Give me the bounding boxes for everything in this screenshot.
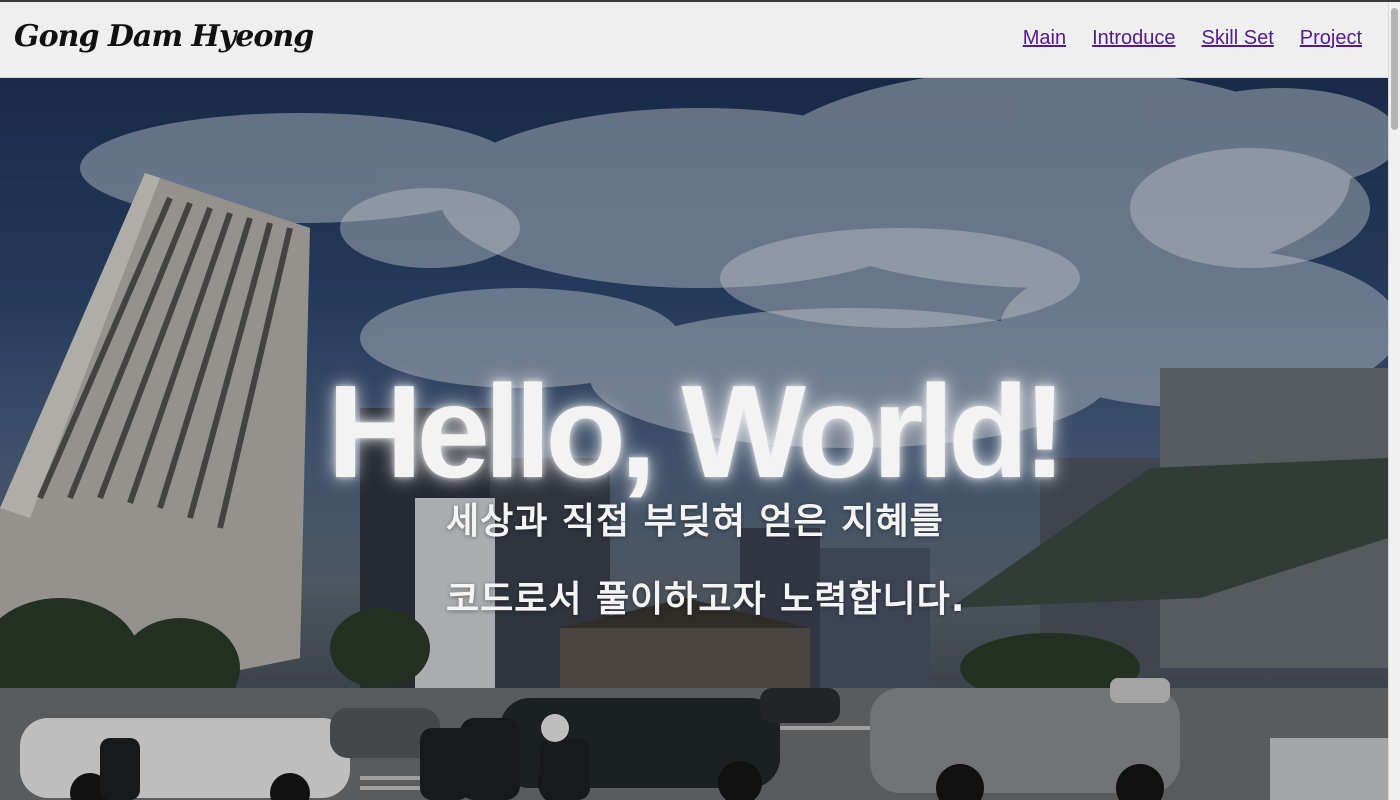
nav-link-skill-set[interactable]: Skill Set	[1202, 27, 1274, 50]
hero-title: Hello, World!	[327, 358, 1067, 506]
hero-subtitle-line-2: 코드로서 풀이하고자 노력합니다.	[446, 579, 966, 620]
navbar: Gong Dam Hyeong Main Introduce Skill Set…	[0, 2, 1388, 78]
nav-link-introduce[interactable]: Introduce	[1092, 27, 1175, 50]
scrollbar-thumb[interactable]	[1391, 8, 1398, 130]
nav-link-main[interactable]: Main	[1023, 27, 1066, 50]
vertical-scrollbar[interactable]	[1388, 2, 1400, 800]
hero-section: Hello, World! 세상과 직접 부딪혀 얻은 지혜를 코드로서 풀이하…	[0, 78, 1388, 800]
nav-link-project[interactable]: Project	[1300, 27, 1362, 50]
hero-subtitle-line-1: 세상과 직접 부딪혀 얻은 지혜를	[446, 501, 944, 542]
nav-links: Main Introduce Skill Set Project	[1023, 27, 1362, 50]
site-logo[interactable]: Gong Dam Hyeong	[14, 19, 314, 54]
